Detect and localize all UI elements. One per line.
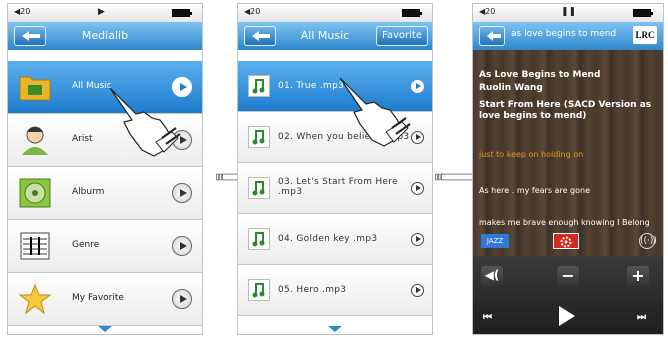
artist-icon (22, 126, 48, 155)
pointing-hand-icon (109, 87, 181, 157)
battery-icon (172, 9, 192, 17)
song-label: 03. Let's Start From Here .mp3 (278, 177, 398, 197)
play-state-icon: ▶ (98, 7, 105, 17)
player-screen: ◀20 ❚❚ as love begins to mend LRC As Lov… (472, 3, 664, 335)
play-circle-icon[interactable] (172, 236, 192, 256)
lyric-line: makes me brave enough knowing I Belong (479, 218, 650, 227)
now-playing-title: as love begins to mend (511, 29, 617, 39)
music-note-icon (248, 177, 270, 199)
volume-indicator: ◀20 (244, 7, 261, 16)
scroll-down-icon[interactable] (98, 326, 112, 332)
volume-up-button[interactable]: + (627, 266, 649, 286)
gear-icon (560, 236, 572, 248)
title-bar: All Music Favorite (238, 22, 432, 50)
song-item[interactable]: 03. Let's Start From Here .mp3 (238, 163, 432, 214)
song-label: 01. True .mp3 (278, 81, 345, 91)
status-bar: ◀20 ❚❚ (473, 4, 663, 22)
scroll-down-icon[interactable] (328, 326, 342, 332)
back-button[interactable] (479, 26, 505, 46)
menu-item-label: Arist (72, 134, 93, 144)
radio-broadcast-icon[interactable]: ((·)) (639, 233, 657, 249)
star-icon (18, 283, 52, 315)
status-bar: ◀20 (238, 4, 432, 22)
next-track-icon[interactable]: ⏭ (637, 312, 646, 323)
genre-sheet-music-icon (20, 232, 50, 260)
play-icon[interactable] (559, 306, 575, 326)
song-label: 04. Golden key .mp3 (278, 234, 378, 244)
control-panel: ◀( − + ⏮ ⏭ (473, 256, 663, 334)
song-label: 05. Hero .mp3 (278, 285, 347, 295)
music-note-icon (248, 75, 270, 97)
menu-item-label: Alburm (72, 187, 105, 197)
music-note-icon (248, 126, 270, 148)
play-circle-icon[interactable] (411, 233, 424, 246)
title-bar: as love begins to mend LRC (473, 22, 663, 50)
artist-name: Ruolin Wang (479, 83, 543, 93)
album-disc-icon (19, 178, 51, 208)
menu-item-label: My Favorite (72, 293, 124, 303)
medialib-screen: ◀20 ▶ Medialib All Music Arist Alburm Ge… (7, 3, 203, 335)
status-bar: ◀20 ▶ (8, 4, 202, 22)
menu-item-label: Genre (72, 240, 100, 250)
title-bar: Medialib (8, 22, 202, 50)
lrc-button[interactable]: LRC (633, 26, 657, 44)
menu-item-genre[interactable]: Genre (8, 220, 202, 273)
album-name: Start From Here (SACD Version as love be… (479, 100, 652, 121)
all-music-screen: ◀20 All Music Favorite 01. True .mp3 02.… (237, 3, 433, 335)
battery-icon (633, 9, 653, 17)
settings-button[interactable] (553, 233, 579, 249)
song-item[interactable]: 05. Hero .mp3 (238, 265, 432, 316)
music-note-icon (248, 228, 270, 250)
pause-state-icon: ❚❚ (561, 7, 577, 17)
eq-mode-button[interactable]: JAZZ (481, 234, 509, 248)
favorite-button[interactable]: Favorite (376, 26, 428, 46)
play-circle-icon[interactable] (172, 289, 192, 309)
play-circle-icon[interactable] (172, 183, 192, 203)
song-item[interactable]: 04. Golden key .mp3 (238, 214, 432, 265)
volume-icon[interactable]: ◀( (481, 266, 503, 286)
music-note-icon (248, 279, 270, 301)
pointing-hand-icon (339, 77, 411, 147)
play-circle-icon[interactable] (411, 284, 424, 297)
volume-indicator: ◀20 (479, 7, 496, 16)
volume-indicator: ◀20 (14, 7, 31, 16)
menu-item-my-favorite[interactable]: My Favorite (8, 273, 202, 326)
lyric-line: As here . my fears are gone (479, 186, 590, 195)
previous-track-icon[interactable]: ⏮ (483, 312, 492, 323)
lyric-line-current: just to keep on holding on (479, 150, 584, 159)
page-title: Medialib (81, 29, 129, 42)
lyrics-panel: As Love Begins to Mend Ruolin Wang Start… (473, 50, 663, 256)
menu-item-album[interactable]: Alburm (8, 167, 202, 220)
volume-down-button[interactable]: − (557, 266, 579, 286)
folder-music-icon (19, 76, 51, 101)
track-title: As Love Begins to Mend (479, 70, 601, 80)
battery-icon (402, 9, 422, 17)
back-arrow-icon (487, 31, 501, 41)
